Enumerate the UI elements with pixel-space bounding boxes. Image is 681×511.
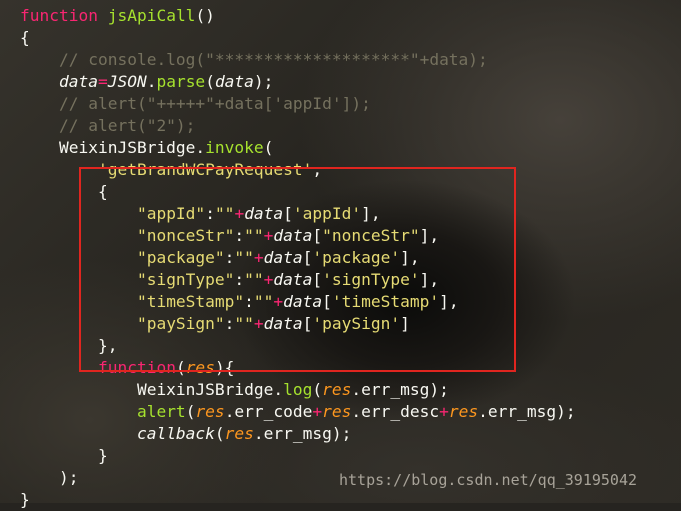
watermark: https://blog.csdn.net/qq_39195042 <box>339 471 638 489</box>
code-token: ( <box>185 402 196 421</box>
code-token: . <box>146 72 157 91</box>
code-token: res <box>224 424 254 443</box>
code-line: // alert("2"); <box>20 115 195 137</box>
highlight-box <box>79 167 516 372</box>
code-token: // alert("2"); <box>58 116 196 135</box>
code-token: WeixinJSBridge. <box>20 380 284 399</box>
code-token: alert <box>136 402 186 421</box>
code-token: () <box>195 6 215 25</box>
code-token: } <box>20 490 30 509</box>
code-token: } <box>20 446 108 465</box>
code-line: { <box>20 27 30 49</box>
code-token: function <box>20 6 108 25</box>
code-token: invoke <box>205 138 264 157</box>
code-token: log <box>283 380 313 399</box>
code-token: + <box>312 402 323 421</box>
code-line: // alert("+++++"+data['appId']); <box>20 93 371 115</box>
code-line: callback(res.err_msg); <box>20 423 351 445</box>
code-token: res <box>448 402 479 421</box>
code-line: data=JSON.parse(data); <box>20 71 273 93</box>
code-token: ); <box>20 468 79 487</box>
code-token: + <box>439 402 449 421</box>
code-token: ( <box>312 380 323 399</box>
code-line: WeixinJSBridge.log(res.err_msg); <box>20 379 449 401</box>
code-token: // console.log("********************"+da… <box>58 50 488 69</box>
code-token: WeixinJSBridge. <box>20 138 206 157</box>
code-token: res <box>322 380 352 399</box>
code-line: WeixinJSBridge.invoke( <box>20 137 273 159</box>
code-token: .err_msg); <box>253 424 352 443</box>
code-token: res <box>195 402 225 421</box>
code-line: ); <box>20 467 79 489</box>
code-token: .err_msg); <box>351 380 449 399</box>
code-token: parse <box>156 72 206 91</box>
code-token: data <box>58 72 98 91</box>
code-token: // alert("+++++"+data['appId']); <box>58 94 371 113</box>
code-token: = <box>97 72 108 91</box>
code-token: .err_code <box>224 402 313 421</box>
code-token: jsApiCall <box>107 6 196 25</box>
code-line: } <box>20 489 30 511</box>
code-token: ( <box>263 138 274 157</box>
code-line: function jsApiCall() <box>20 5 215 27</box>
code-token: ); <box>253 72 274 91</box>
code-token: ( <box>205 72 215 91</box>
code-line: // console.log("********************"+da… <box>20 49 488 71</box>
code-token: { <box>20 28 30 47</box>
code-line: } <box>20 445 108 467</box>
code-token: res <box>322 402 352 421</box>
code-token: JSON <box>107 72 147 91</box>
code-token: data <box>214 72 254 91</box>
code-line: alert(res.err_code+res.err_desc+res.err_… <box>20 401 576 423</box>
code-token: .err_msg); <box>478 402 576 421</box>
code-token: .err_desc <box>351 402 440 421</box>
code-token: callback <box>136 424 215 443</box>
code-token: ( <box>214 424 225 443</box>
